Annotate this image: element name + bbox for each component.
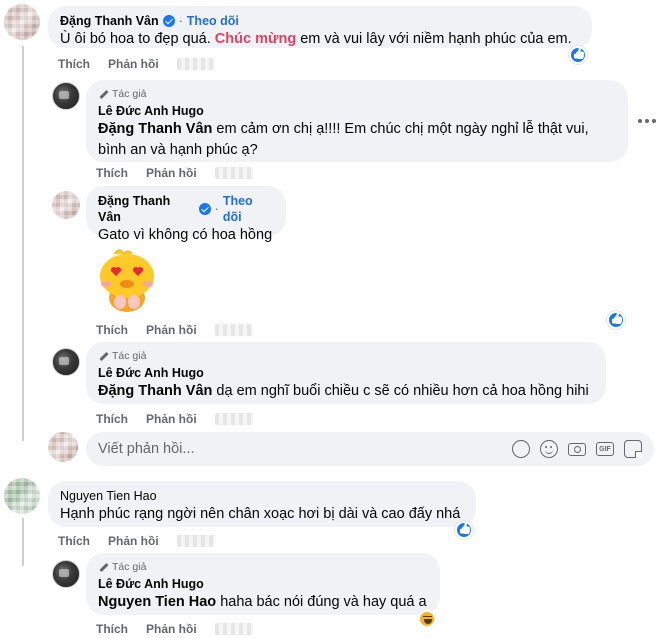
comment-text: Nguyen Tien Hao haha bác nói đúng và hay… bbox=[98, 594, 427, 610]
like-button[interactable]: Thích bbox=[96, 323, 128, 337]
timestamp[interactable] bbox=[214, 324, 253, 336]
timestamp[interactable] bbox=[214, 167, 253, 179]
comment-author[interactable]: Lê Đức Anh Hugo bbox=[98, 365, 204, 381]
comment-author[interactable]: Lê Đức Anh Hugo bbox=[98, 103, 204, 119]
comment-bubble: Đặng Thanh Vân · Theo dõi Ù ôi bó hoa to… bbox=[48, 6, 592, 48]
like-button[interactable]: Thích bbox=[96, 412, 128, 426]
comment-actions: Thích Phản hồi bbox=[58, 57, 215, 71]
timestamp[interactable] bbox=[214, 413, 253, 425]
thread-line bbox=[22, 518, 24, 566]
author-badge: Tác giả bbox=[112, 561, 147, 573]
comment-author[interactable]: Đặng Thanh Vân bbox=[98, 193, 195, 225]
comment-author[interactable]: Nguyen Tien Hao bbox=[60, 488, 157, 504]
comment-bubble: Nguyen Tien Hao Hạnh phúc rạng ngời nên … bbox=[48, 481, 476, 527]
reply-button[interactable]: Phản hồi bbox=[146, 412, 197, 426]
highlight-text[interactable]: Chúc mừng bbox=[215, 31, 296, 47]
like-button[interactable]: Thích bbox=[96, 166, 128, 180]
timestamp[interactable] bbox=[176, 535, 215, 547]
comment-text: Đặng Thanh Vân em cảm ơn chị ạ!!!! Em ch… bbox=[98, 121, 589, 158]
avatar[interactable] bbox=[52, 191, 80, 219]
avatar bbox=[48, 432, 78, 462]
like-button[interactable]: Thích bbox=[96, 622, 128, 636]
avatar-sticker-icon[interactable] bbox=[512, 440, 530, 458]
follow-link[interactable]: Theo dõi bbox=[187, 13, 239, 29]
camera-icon[interactable] bbox=[568, 442, 586, 456]
comment-actions: Thích Phản hồi bbox=[58, 534, 215, 548]
pen-icon bbox=[98, 351, 109, 362]
follow-link[interactable]: Theo dõi bbox=[223, 193, 274, 225]
comment-actions: Thích Phản hồi bbox=[96, 166, 253, 180]
author-badge: Tác giả bbox=[112, 350, 147, 362]
like-button[interactable]: Thích bbox=[58, 534, 90, 548]
comment-bubble: Tác giả Lê Đức Anh Hugo Đặng Thanh Vân e… bbox=[86, 80, 628, 162]
more-options-icon[interactable] bbox=[638, 119, 659, 125]
mention-link[interactable]: Đặng Thanh Vân bbox=[98, 121, 212, 137]
thread-line bbox=[22, 46, 24, 441]
comment-actions: Thích Phản hồi bbox=[96, 323, 253, 337]
emoji-icon[interactable] bbox=[540, 440, 558, 458]
sticker-icon[interactable] bbox=[624, 440, 642, 458]
verified-badge-icon bbox=[198, 203, 211, 215]
like-button[interactable]: Thích bbox=[58, 57, 90, 71]
author-badge: Tác giả bbox=[112, 88, 147, 100]
reply-button[interactable]: Phản hồi bbox=[108, 57, 159, 71]
reply-placeholder[interactable]: Viết phản hồi... bbox=[98, 441, 502, 457]
avatar[interactable] bbox=[52, 560, 80, 588]
like-icon[interactable] bbox=[455, 521, 473, 539]
reply-button[interactable]: Phản hồi bbox=[146, 323, 197, 337]
reply-input[interactable]: Viết phản hồi... GIF bbox=[86, 432, 654, 466]
like-icon[interactable] bbox=[569, 46, 587, 64]
comment-bubble: Tác giả Lê Đức Anh Hugo Nguyen Tien Hao … bbox=[86, 553, 440, 615]
comment-text: Ù ôi bó hoa to đẹp quá. Chúc mừng em và … bbox=[60, 31, 572, 47]
comment-text: Đặng Thanh Vân dạ em nghĩ buổi chiều c s… bbox=[98, 383, 589, 399]
comment-author[interactable]: Lê Đức Anh Hugo bbox=[98, 576, 204, 592]
timestamp[interactable] bbox=[214, 623, 253, 635]
gif-icon[interactable]: GIF bbox=[596, 442, 614, 456]
reply-button[interactable]: Phản hồi bbox=[146, 166, 197, 180]
comment-actions: Thích Phản hồi bbox=[96, 412, 253, 426]
avatar[interactable] bbox=[4, 4, 40, 40]
timestamp[interactable] bbox=[176, 58, 215, 70]
separator-dot: · bbox=[178, 14, 183, 28]
comment-text: Gato vì không có hoa hồng bbox=[98, 227, 273, 243]
pen-icon bbox=[98, 89, 109, 100]
pen-icon bbox=[98, 562, 109, 573]
haha-icon[interactable] bbox=[418, 610, 436, 628]
comment-actions: Thích Phản hồi bbox=[96, 622, 253, 636]
separator-dot: · bbox=[214, 202, 219, 216]
comment-author[interactable]: Đặng Thanh Vân bbox=[60, 13, 159, 29]
avatar[interactable] bbox=[52, 82, 80, 110]
reply-button[interactable]: Phản hồi bbox=[108, 534, 159, 548]
comment-bubble: Đặng Thanh Vân · Theo dõi Gato vì không … bbox=[86, 186, 286, 243]
like-icon[interactable] bbox=[607, 311, 625, 329]
verified-badge-icon bbox=[162, 15, 175, 27]
mention-link[interactable]: Đặng Thanh Vân bbox=[98, 383, 212, 399]
comment-text: Hạnh phúc rạng ngời nên chân xoạc hơi bị… bbox=[60, 506, 461, 522]
avatar[interactable] bbox=[52, 348, 80, 376]
heart-eyes-duck-sticker[interactable] bbox=[94, 246, 158, 314]
comment-bubble: Tác giả Lê Đức Anh Hugo Đặng Thanh Vân d… bbox=[86, 342, 606, 404]
reply-button[interactable]: Phản hồi bbox=[146, 622, 197, 636]
avatar[interactable] bbox=[4, 478, 40, 514]
mention-link[interactable]: Nguyen Tien Hao bbox=[98, 594, 216, 610]
